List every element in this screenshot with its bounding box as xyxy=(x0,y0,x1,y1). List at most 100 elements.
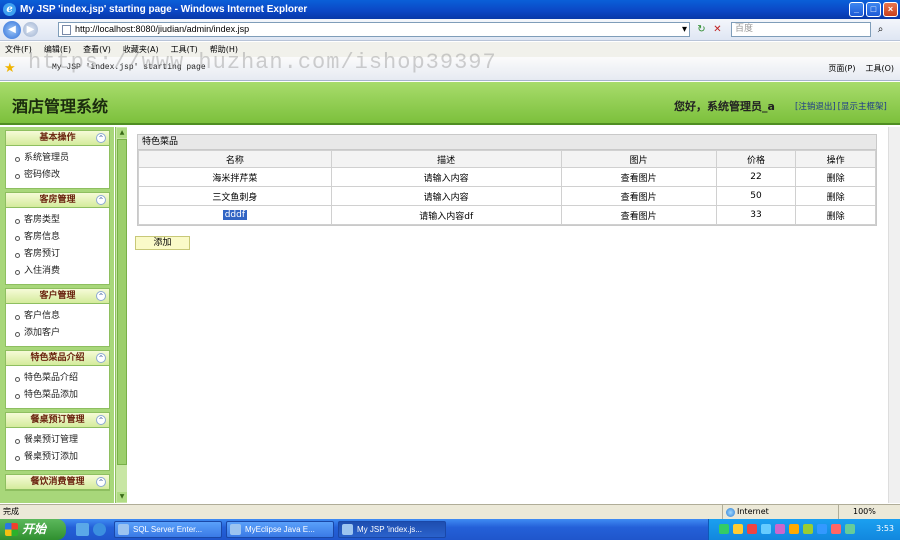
task-label: MyEclipse Java E... xyxy=(245,525,315,534)
delete-link[interactable]: 删除 xyxy=(795,205,876,225)
tray-icon[interactable] xyxy=(761,524,771,534)
menu-favorites[interactable]: 收藏夹(A) xyxy=(123,44,159,55)
task-sql-server[interactable]: SQL Server Enter... xyxy=(114,521,222,538)
page-menu-button[interactable]: 页面(P) xyxy=(828,63,855,74)
sidebar-item-table-booking-manage[interactable]: 餐桌预订管理 xyxy=(6,432,109,449)
sidebar-item-checkin[interactable]: 入住消费 xyxy=(6,263,109,280)
menu-view[interactable]: 查看(V) xyxy=(83,44,111,55)
address-input[interactable]: http://localhost:8080/jiudian/admin/inde… xyxy=(58,22,690,37)
tray-icon[interactable] xyxy=(775,524,785,534)
myeclipse-icon xyxy=(230,524,241,535)
sidebar-group-dishes: 特色菜品介绍 ^ 特色菜品介绍 特色菜品添加 xyxy=(5,350,110,409)
sidebar-group-customers: 客户管理 ^ 客户信息 添加客户 xyxy=(5,288,110,347)
start-button[interactable]: 开始 xyxy=(0,519,66,540)
greeting: 您好，系统管理员_a xyxy=(674,100,775,113)
add-button[interactable]: 添加 xyxy=(135,236,190,250)
content-scrollbar[interactable] xyxy=(888,127,900,503)
sidebar-group-title[interactable]: 客房管理 ^ xyxy=(6,193,109,208)
sidebar-group-title[interactable]: 基本操作 ^ xyxy=(6,131,109,146)
collapse-icon[interactable]: ^ xyxy=(96,291,106,301)
address-dropdown-button[interactable]: ▾ xyxy=(677,22,692,37)
sidebar-item-password[interactable]: 密码修改 xyxy=(6,167,109,184)
delete-link[interactable]: 删除 xyxy=(795,167,876,187)
sidebar-item-room-type[interactable]: 客房类型 xyxy=(6,212,109,229)
zone-text: Internet xyxy=(737,507,769,516)
sidebar-item-room-booking[interactable]: 客房预订 xyxy=(6,246,109,263)
cell-desc: 请输入内容df xyxy=(330,205,562,225)
tray-icon[interactable] xyxy=(719,524,729,534)
scroll-up-icon[interactable]: ▲ xyxy=(117,128,127,138)
delete-link[interactable]: 删除 xyxy=(795,186,876,206)
sidebar-item-admin[interactable]: 系统管理员 xyxy=(6,150,109,167)
scroll-down-icon[interactable]: ▼ xyxy=(117,492,127,502)
tray-icon[interactable] xyxy=(789,524,799,534)
forward-button[interactable]: ▶ xyxy=(23,22,38,37)
tray-icon[interactable] xyxy=(747,524,757,534)
sidebar-group-title[interactable]: 特色菜品介绍 ^ xyxy=(6,351,109,366)
status-text: 完成 xyxy=(3,507,19,516)
sidebar-item-room-info[interactable]: 客房信息 xyxy=(6,229,109,246)
browser-tab[interactable]: My JSP 'index.jsp' starting page xyxy=(52,63,206,72)
logout-link[interactable]: [注销退出] xyxy=(795,100,836,112)
menu-file[interactable]: 文件(F) xyxy=(5,44,32,55)
stop-button[interactable]: ✕ xyxy=(710,22,725,37)
security-zone: Internet xyxy=(722,505,832,519)
tray-icon[interactable] xyxy=(831,524,841,534)
sidebar-scrollbar[interactable]: ▲ ▼ xyxy=(115,127,127,503)
tools-menu-button[interactable]: 工具(O) xyxy=(865,63,894,74)
group-title-text: 餐桌预订管理 xyxy=(30,415,85,425)
search-input[interactable]: 百度 xyxy=(731,22,871,37)
favorites-star-icon[interactable]: ★ xyxy=(4,61,16,76)
cell-price: 33 xyxy=(715,205,797,225)
refresh-button[interactable]: ↻ xyxy=(694,22,709,37)
group-title-text: 餐饮消费管理 xyxy=(30,477,85,487)
view-image-link[interactable]: 查看图片 xyxy=(560,205,717,225)
tray-icon[interactable] xyxy=(817,524,827,534)
task-myeclipse[interactable]: MyEclipse Java E... xyxy=(226,521,334,538)
sidebar-group-title[interactable]: 餐饮消费管理 ^ xyxy=(6,475,109,490)
tray-icon[interactable] xyxy=(803,524,813,534)
table-header-row: 名称 描述 图片 价格 操作 xyxy=(138,150,876,168)
collapse-icon[interactable]: ^ xyxy=(96,133,106,143)
sidebar-item-add-customer[interactable]: 添加客户 xyxy=(6,325,109,342)
sidebar-group-title[interactable]: 餐桌预订管理 ^ xyxy=(6,413,109,428)
menu-help[interactable]: 帮助(H) xyxy=(210,44,238,55)
sidebar-item-customer-info[interactable]: 客户信息 xyxy=(6,308,109,325)
maximize-button[interactable]: □ xyxy=(866,2,881,17)
show-frame-link[interactable]: [显示主框架] xyxy=(838,100,887,112)
volume-icon[interactable] xyxy=(845,524,855,534)
back-button[interactable]: ◀ xyxy=(3,20,21,39)
view-image-link[interactable]: 查看图片 xyxy=(560,186,717,206)
sidebar-group-dining: 餐饮消费管理 ^ xyxy=(5,474,110,491)
collapse-icon[interactable]: ^ xyxy=(96,477,106,487)
menu-edit[interactable]: 编辑(E) xyxy=(44,44,71,55)
app-header: 酒店管理系统 您好，系统管理员_a [注销退出] [显示主框架] xyxy=(0,82,900,125)
sidebar-group-title[interactable]: 客户管理 ^ xyxy=(6,289,109,304)
collapse-icon[interactable]: ^ xyxy=(96,353,106,363)
system-name: 酒店管理系统 xyxy=(12,97,109,116)
ie-task-icon xyxy=(342,524,353,535)
task-ie-window[interactable]: My JSP 'index.js... xyxy=(338,521,446,538)
sidebar-item-dish-intro[interactable]: 特色菜品介绍 xyxy=(6,370,109,387)
cell-name: 三文鱼刺身 xyxy=(138,186,332,206)
cell-desc: 请输入内容 xyxy=(330,186,562,206)
close-button[interactable]: × xyxy=(883,2,898,17)
view-image-link[interactable]: 查看图片 xyxy=(560,167,717,187)
sidebar-group-rooms: 客房管理 ^ 客房类型 客房信息 客房预订 入住消费 xyxy=(5,192,110,285)
collapse-icon[interactable]: ^ xyxy=(96,415,106,425)
clock: 3:53 xyxy=(876,524,894,533)
tray-icon[interactable] xyxy=(733,524,743,534)
zoom-control[interactable]: 100% xyxy=(838,505,900,519)
system-tray: 3:53 xyxy=(708,519,900,540)
table-title: 特色菜品 xyxy=(138,135,876,150)
ie-quicklaunch-icon[interactable] xyxy=(93,523,106,536)
minimize-button[interactable]: _ xyxy=(849,2,864,17)
scroll-thumb[interactable] xyxy=(117,139,127,465)
show-desktop-icon[interactable] xyxy=(76,523,89,536)
sidebar-item-table-booking-add[interactable]: 餐桌预订添加 xyxy=(6,449,109,466)
collapse-icon[interactable]: ^ xyxy=(96,195,106,205)
menu-tools[interactable]: 工具(T) xyxy=(171,44,198,55)
search-icon[interactable]: ⌕ xyxy=(873,22,888,37)
menu-bar: 文件(F) 编辑(E) 查看(V) 收藏夹(A) 工具(T) 帮助(H) xyxy=(0,42,900,57)
sidebar-item-dish-add[interactable]: 特色菜品添加 xyxy=(6,387,109,404)
